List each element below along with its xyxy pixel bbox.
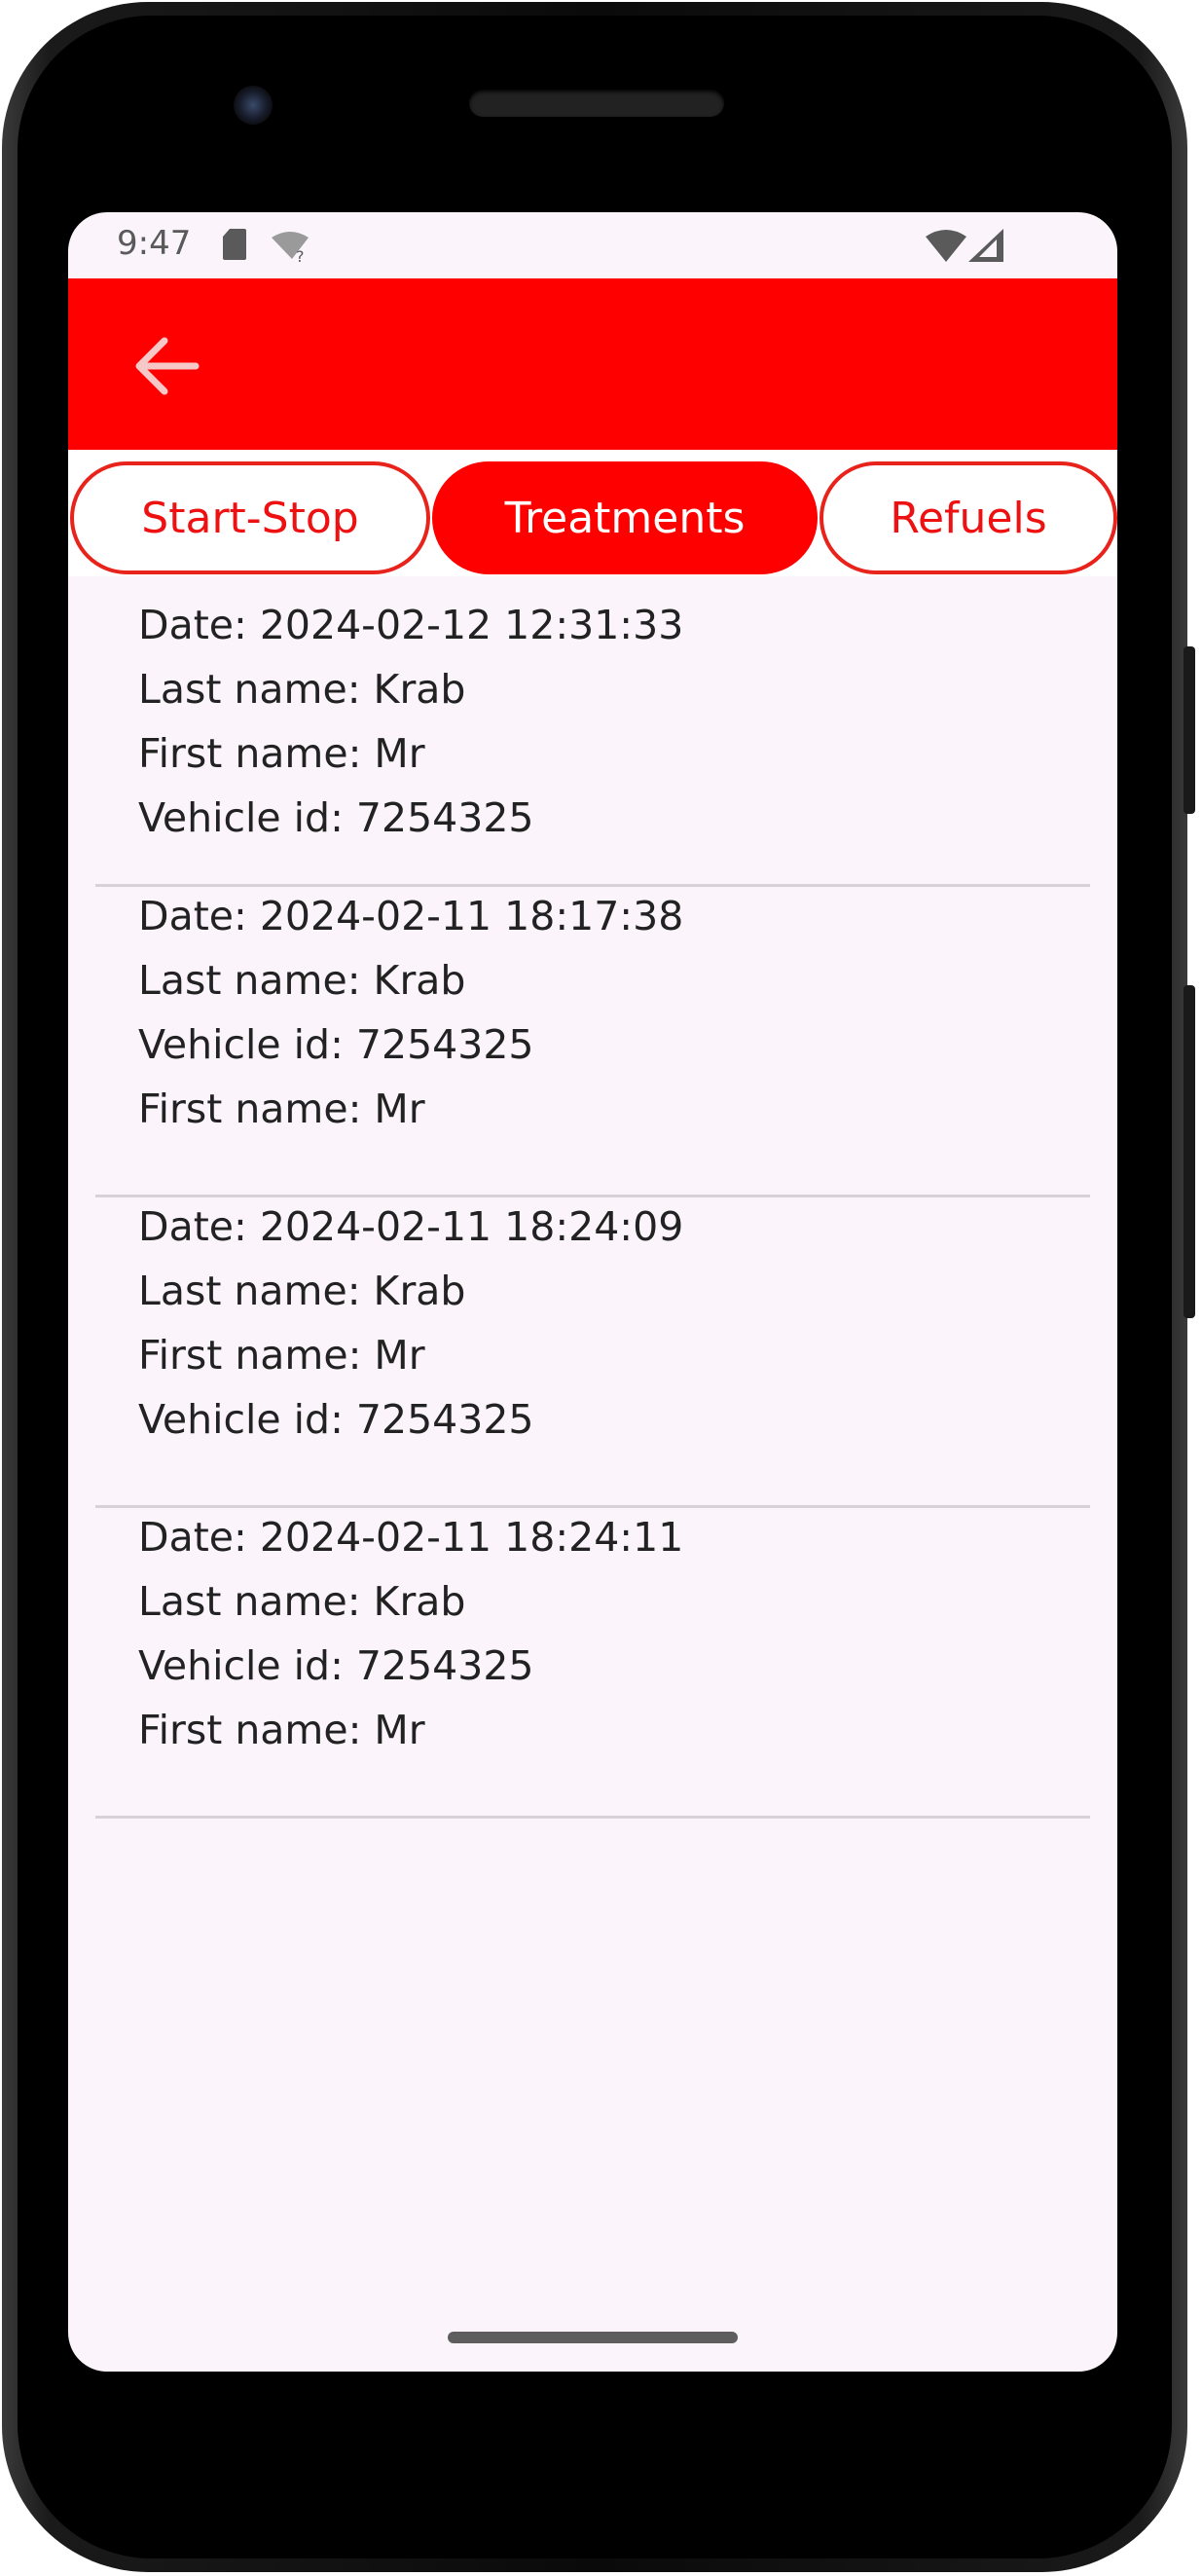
record-line: Vehicle id: 7254325	[138, 1642, 534, 1689]
record-date: Date: 2024-02-11 18:24:09	[138, 1203, 684, 1250]
record-line: Last name: Krab	[138, 1578, 466, 1625]
list-item[interactable]: Date: 2024-02-12 12:31:33 Last name: Kra…	[68, 576, 1117, 887]
record-line: First name: Mr	[138, 730, 425, 777]
wifi-icon	[926, 230, 966, 262]
list-item[interactable]: Date: 2024-02-11 18:17:38 Last name: Kra…	[68, 887, 1117, 1197]
cell-signal-icon	[968, 229, 1003, 262]
record-date: Date: 2024-02-11 18:17:38	[138, 893, 684, 939]
record-line: Last name: Krab	[138, 1268, 466, 1314]
back-button[interactable]	[127, 331, 204, 401]
record-line: Vehicle id: 7254325	[138, 1396, 534, 1443]
app-bar	[68, 278, 1117, 450]
divider	[95, 1816, 1090, 1819]
record-line: Last name: Krab	[138, 666, 466, 713]
tab-label: Refuels	[890, 493, 1047, 543]
tab-treatments[interactable]: Treatments	[432, 461, 818, 574]
arrow-back-icon	[135, 337, 200, 395]
record-line: Last name: Krab	[138, 957, 466, 1004]
record-line: Vehicle id: 7254325	[138, 1021, 534, 1068]
wifi-unknown-icon: ?	[272, 232, 309, 263]
list-item[interactable]: Date: 2024-02-11 18:24:11 Last name: Kra…	[68, 1508, 1117, 1819]
record-line: First name: Mr	[138, 1086, 425, 1132]
power-button	[1184, 646, 1195, 814]
record-line: First name: Mr	[138, 1707, 425, 1753]
sd-card-icon	[223, 229, 246, 260]
tab-label: Start-Stop	[141, 493, 359, 543]
status-bar: 9:47 ?	[68, 212, 1117, 278]
tab-label: Treatments	[504, 493, 746, 543]
phone-screen: 9:47 ? Start-Stop Treatments Refuels Dat…	[68, 212, 1117, 2372]
earpiece-speaker	[469, 90, 724, 117]
record-line: Vehicle id: 7254325	[138, 794, 534, 841]
tab-start-stop[interactable]: Start-Stop	[70, 461, 430, 574]
volume-button	[1184, 985, 1195, 1318]
front-camera	[234, 86, 273, 125]
treatments-list: Date: 2024-02-12 12:31:33 Last name: Kra…	[68, 576, 1117, 1819]
svg-text:?: ?	[296, 247, 305, 263]
record-date: Date: 2024-02-12 12:31:33	[138, 602, 684, 648]
tab-refuels[interactable]: Refuels	[820, 461, 1117, 574]
record-line: First name: Mr	[138, 1332, 425, 1379]
status-time: 9:47	[117, 224, 192, 263]
list-item[interactable]: Date: 2024-02-11 18:24:09 Last name: Kra…	[68, 1197, 1117, 1508]
record-date: Date: 2024-02-11 18:24:11	[138, 1514, 684, 1561]
home-indicator[interactable]	[448, 2332, 738, 2343]
